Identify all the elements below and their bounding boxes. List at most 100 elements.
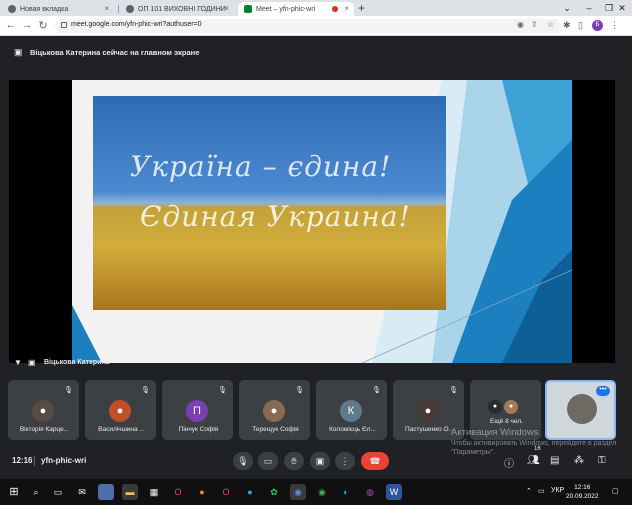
participant-name: Коломієць Єл... bbox=[329, 426, 376, 433]
close-icon[interactable]: × bbox=[224, 4, 229, 13]
participant-tile[interactable]: 🎙︎ ● Василічшина ... bbox=[85, 380, 156, 440]
participant-name: Василічшина ... bbox=[98, 426, 145, 433]
language-indicator[interactable]: УКР bbox=[551, 487, 564, 494]
lock-icon bbox=[61, 22, 67, 28]
mic-button[interactable]: 🎙︎ bbox=[233, 452, 253, 470]
sidebar-icon[interactable]: ▯ bbox=[578, 20, 583, 31]
slide-text-line2: Єдиная Украина! bbox=[140, 200, 411, 233]
meeting-code: yfn-phic-wri bbox=[41, 456, 87, 465]
close-icon[interactable]: × bbox=[344, 4, 349, 13]
end-call-button[interactable]: ☎︎ bbox=[361, 452, 389, 470]
app-icon[interactable]: ✿ bbox=[266, 484, 282, 500]
notifications-icon[interactable]: ▢ bbox=[612, 487, 619, 495]
globe-icon bbox=[126, 5, 134, 13]
opera-icon[interactable]: O bbox=[170, 484, 186, 500]
new-tab-button[interactable]: + bbox=[358, 1, 365, 15]
mic-off-icon: 🎙︎ bbox=[141, 387, 150, 394]
raise-hand-button[interactable]: ✋︎ bbox=[284, 452, 304, 470]
windows-start-icon[interactable]: ⊞ bbox=[6, 484, 22, 500]
participant-name: Вікторія Карце... bbox=[19, 426, 70, 433]
avatar: ● bbox=[32, 400, 54, 422]
opera-icon[interactable]: O bbox=[218, 484, 234, 500]
search-icon[interactable]: ⌕ bbox=[28, 484, 44, 500]
edge-icon[interactable]: ◐ bbox=[338, 484, 354, 500]
avatar: ● bbox=[417, 400, 439, 422]
reload-button[interactable]: ↻ bbox=[36, 19, 50, 32]
system-clock[interactable]: 12:16 20.09.2022 bbox=[566, 483, 599, 501]
participant-tile[interactable]: 🎙︎ П Пінчук Софія bbox=[162, 380, 233, 440]
mic-off-icon: 🎙︎ bbox=[295, 387, 304, 394]
participant-tile[interactable]: 🎙︎ ● Терещук Софія bbox=[239, 380, 310, 440]
avatar: ● bbox=[263, 400, 285, 422]
tab-label: Новая вкладка bbox=[20, 5, 69, 13]
clock-time: 12:16 bbox=[574, 484, 591, 491]
star-icon[interactable]: ☆ bbox=[547, 20, 554, 29]
mic-off-icon: 🎙︎ bbox=[218, 387, 227, 394]
viber-icon[interactable]: ◍ bbox=[362, 484, 378, 500]
chrome-icon[interactable]: ◉ bbox=[314, 484, 330, 500]
participant-tile[interactable]: 🎙︎ К Коломієць Єл... bbox=[316, 380, 387, 440]
file-explorer-icon[interactable]: ▬ bbox=[122, 484, 138, 500]
presenting-banner: ▣ Віцькова Катерина сейчас на главном эк… bbox=[8, 42, 618, 62]
presenting-text: Віцькова Катерина сейчас на главном экра… bbox=[30, 47, 200, 57]
mic-off-icon: 🎙︎ bbox=[449, 387, 458, 394]
participant-count-badge: 16 bbox=[534, 446, 541, 452]
tab-label: Meet – yfn-phic-wri bbox=[256, 5, 316, 13]
host-controls-icon[interactable]: ⚿ bbox=[598, 455, 606, 466]
mic-off-icon: 🎙︎ bbox=[372, 387, 381, 394]
pin-icon[interactable]: ▼ bbox=[14, 358, 22, 367]
network-icon[interactable]: ▭ bbox=[538, 487, 545, 495]
store-icon[interactable]: ▦ bbox=[146, 484, 162, 500]
screen-share-icon: ▣ bbox=[28, 358, 36, 367]
meet-icon bbox=[244, 5, 252, 13]
present-button[interactable]: ▣ bbox=[310, 452, 330, 470]
camera-icon[interactable]: ◉ bbox=[517, 20, 524, 29]
browser-toolbar: ← → ↻ meet.google.com/yfn-phic-wri?authu… bbox=[0, 16, 632, 36]
info-icon[interactable]: ⓘ bbox=[504, 455, 514, 470]
forward-button[interactable]: → bbox=[20, 19, 34, 31]
avatar: П bbox=[186, 400, 208, 422]
app-icon[interactable]: ● bbox=[194, 484, 210, 500]
chevron-up-icon[interactable]: ⌃ bbox=[526, 487, 532, 495]
url-text: meet.google.com/yfn-phic-wri?authuser=0 bbox=[71, 21, 202, 28]
avatar: ● bbox=[109, 400, 131, 422]
self-video bbox=[567, 394, 597, 424]
close-icon[interactable]: × bbox=[104, 4, 109, 13]
clock-date: 20.09.2022 bbox=[566, 493, 599, 500]
windows-taskbar: ⊞ ⌕ ▭ ✉ ▬ ▦ O ● O ● ✿ ◉ ◉ ◐ ◍ W ⌃ ▭ УКР … bbox=[0, 479, 632, 505]
mail-app-icon[interactable]: ✉ bbox=[74, 484, 90, 500]
tab-op101[interactable]: ОП 101 ВИХОВНІ ГОДИНИ × bbox=[120, 2, 234, 16]
people-icon[interactable]: 👥︎ bbox=[527, 455, 540, 466]
word-icon[interactable]: W bbox=[386, 484, 402, 500]
back-button[interactable]: ← bbox=[4, 19, 18, 31]
chrome-icon[interactable]: ◉ bbox=[290, 484, 306, 500]
app-icon[interactable] bbox=[98, 484, 114, 500]
task-view-icon[interactable]: ▭ bbox=[50, 484, 66, 500]
more-participants-label: Ещё 8 чел. bbox=[490, 418, 523, 425]
meeting-time: 12:16 bbox=[12, 456, 33, 465]
app-icon[interactable]: ● bbox=[242, 484, 258, 500]
present-screen-icon: ▣ bbox=[14, 47, 23, 57]
share-icon[interactable]: ⇪ bbox=[531, 20, 538, 29]
more-options-icon[interactable]: ••• bbox=[596, 386, 610, 396]
speaker-label: ▼ ▣ Віцькова Катерина bbox=[14, 358, 110, 367]
menu-icon[interactable]: ⋮ bbox=[610, 20, 619, 31]
close-window-button[interactable]: ✕ bbox=[612, 0, 632, 16]
more-options-button[interactable]: ⋮ bbox=[335, 452, 355, 470]
participant-name: Терещук Софія bbox=[252, 426, 299, 433]
extensions-icon[interactable]: ✱ bbox=[563, 20, 571, 31]
camera-button[interactable]: ▭ bbox=[258, 452, 278, 470]
recording-icon bbox=[332, 6, 338, 12]
tab-new[interactable]: Новая вкладка × bbox=[2, 2, 114, 16]
avatar[interactable]: Б bbox=[592, 20, 603, 31]
chat-icon[interactable]: ▤ bbox=[550, 455, 559, 466]
participant-tile[interactable]: 🎙︎ ● Вікторія Карце... bbox=[8, 380, 79, 440]
avatar: ● bbox=[504, 400, 518, 414]
tab-strip: Новая вкладка × ОП 101 ВИХОВНІ ГОДИНИ × … bbox=[0, 0, 632, 16]
slide-text-line1: Україна – єдина! bbox=[130, 150, 392, 183]
tab-label: ОП 101 ВИХОВНІ ГОДИНИ bbox=[138, 5, 226, 13]
activities-icon[interactable]: ⁂ bbox=[574, 455, 584, 466]
participant-name: Пінчук Софія bbox=[178, 426, 219, 433]
address-bar[interactable]: meet.google.com/yfn-phic-wri?authuser=0 … bbox=[55, 19, 561, 33]
tab-meet[interactable]: Meet – yfn-phic-wri × bbox=[238, 2, 354, 16]
